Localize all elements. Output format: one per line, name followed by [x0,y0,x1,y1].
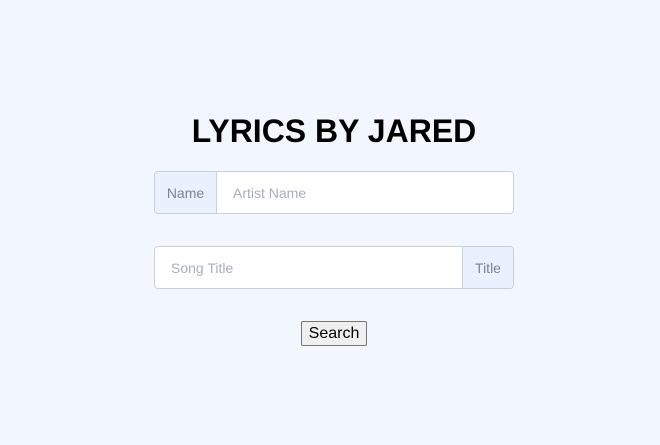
artist-name-addon: Name [155,172,217,213]
page-title: LYRICS BY JARED [191,113,477,149]
song-title-addon: Title [462,247,513,288]
song-title-input[interactable] [155,247,462,288]
artist-name-group: Name [154,171,514,214]
song-title-group: Title [154,246,514,289]
search-button[interactable]: Search [301,321,367,346]
artist-name-input[interactable] [217,172,513,213]
